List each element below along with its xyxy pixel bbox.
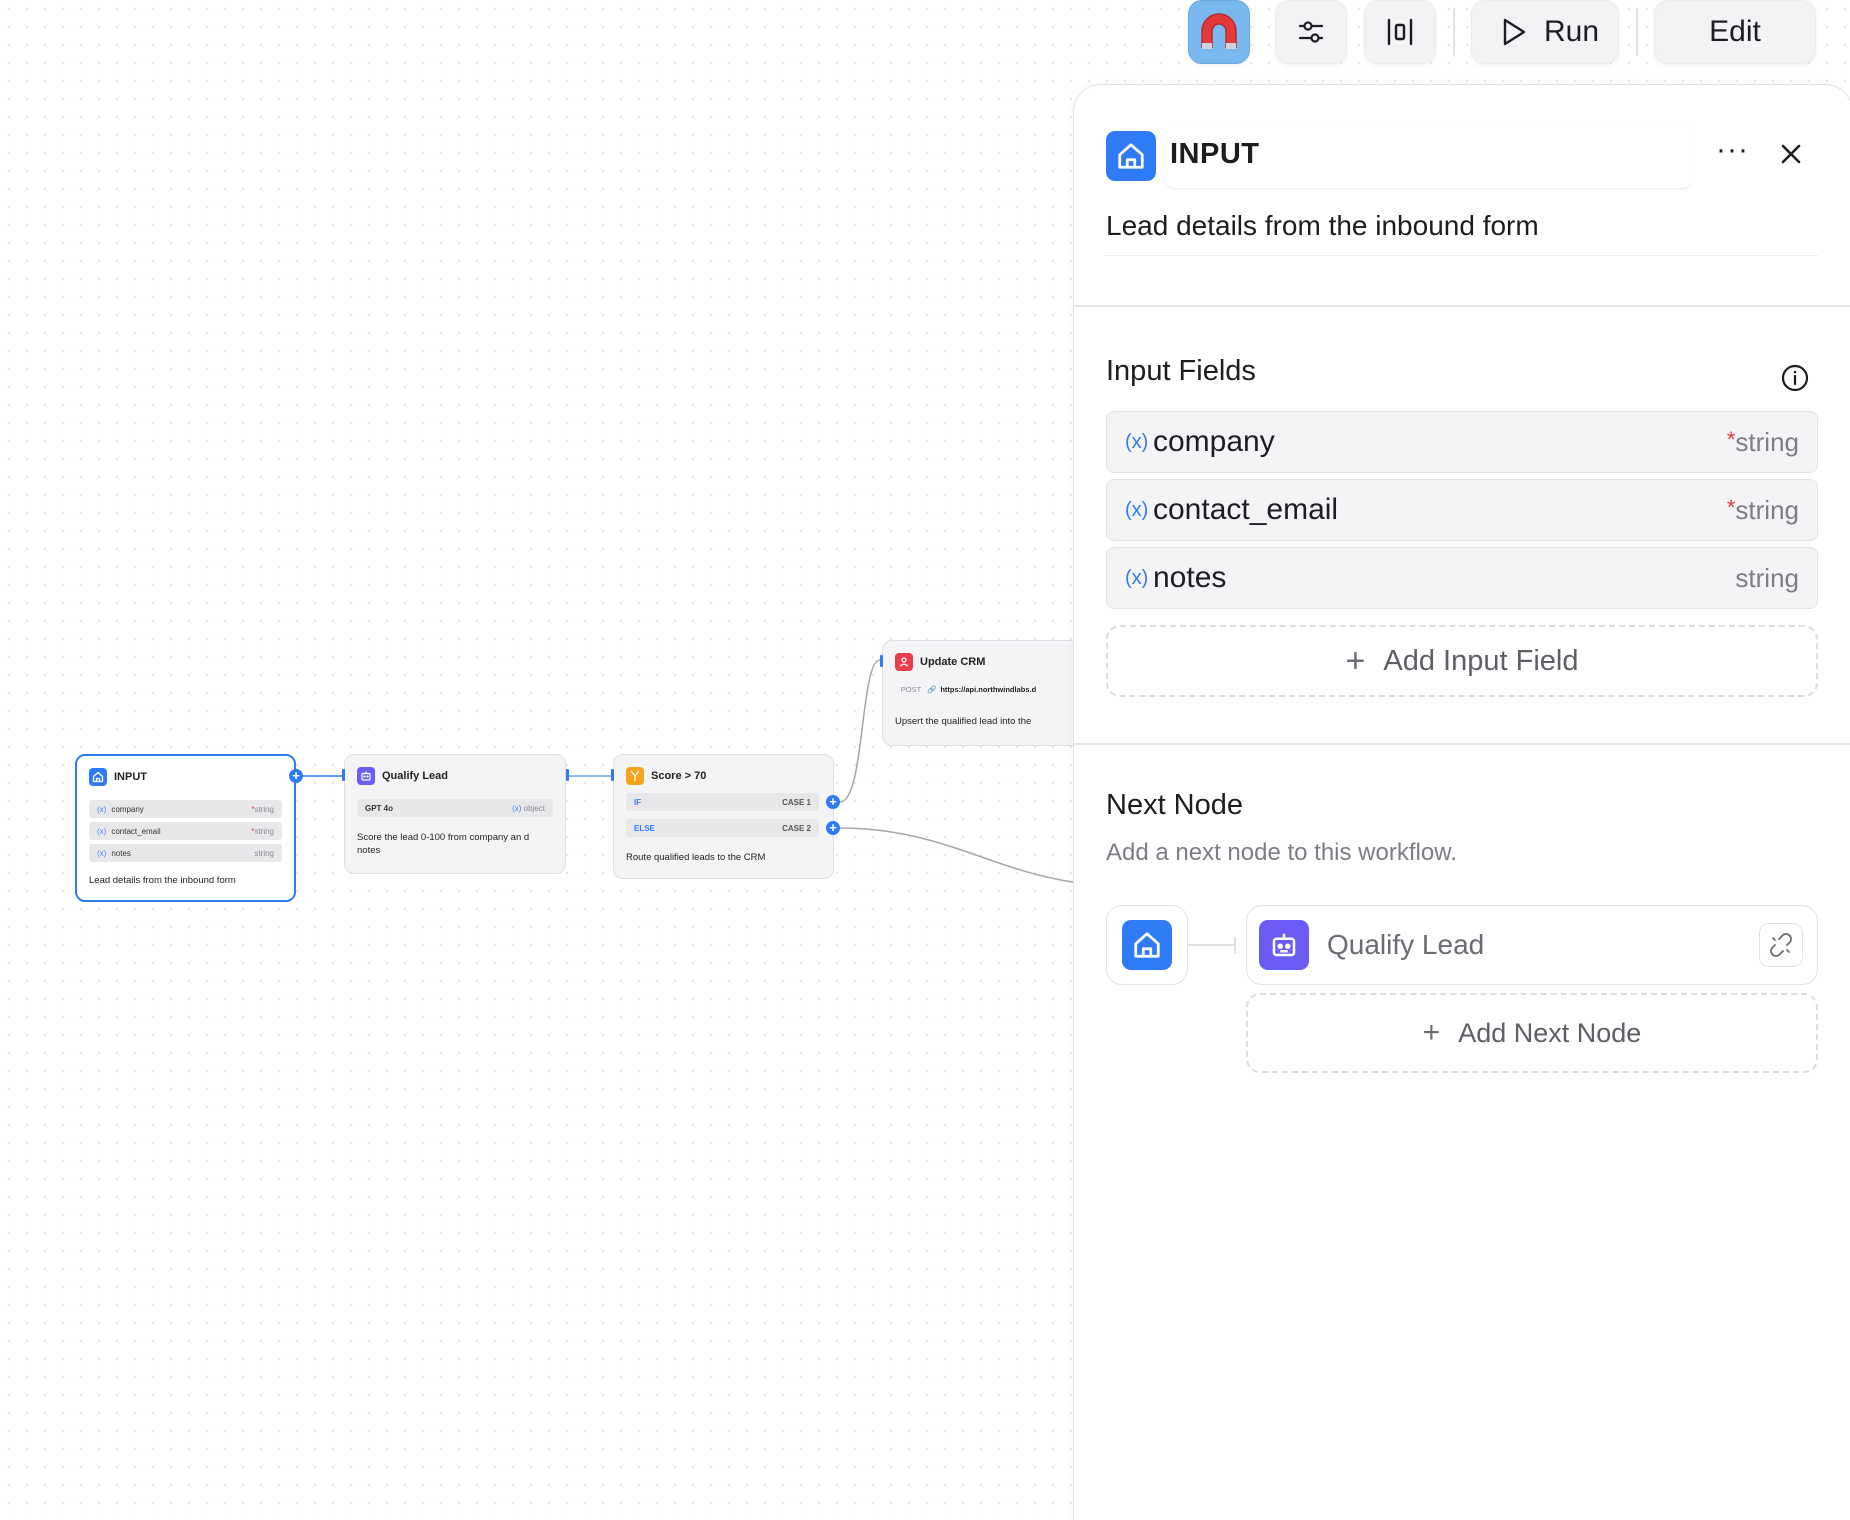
input-port[interactable] <box>342 769 345 781</box>
input-node-field: (x) contact_email *string <box>89 822 282 840</box>
variable-icon: (x) <box>1125 430 1149 453</box>
input-field-row[interactable]: (x) notes string <box>1106 547 1818 609</box>
add-input-field-label: Add Input Field <box>1383 644 1579 677</box>
robot-icon <box>1259 920 1309 970</box>
plus-icon: + <box>1422 1016 1441 1049</box>
qualify-lead-node[interactable]: Qualify Lead GPT 4o (x) object Score the… <box>342 754 569 874</box>
variable-icon: (x) <box>97 848 107 858</box>
link-icon: 🔗 <box>927 685 937 694</box>
field-name: notes <box>1153 561 1227 594</box>
panel-description[interactable]: Lead details from the inbound form <box>1106 210 1539 242</box>
crm-node-header: Update CRM <box>895 653 985 671</box>
output-port[interactable]: + <box>289 769 303 783</box>
field-type: *string <box>1726 494 1799 525</box>
if-branch: IF CASE 1 <box>626 793 819 811</box>
next-node-name: Qualify Lead <box>1327 929 1485 960</box>
next-node-connector-end <box>1234 937 1236 953</box>
description-underline <box>1104 255 1818 256</box>
home-icon <box>89 768 107 786</box>
output-type: (x) object <box>512 803 545 813</box>
input-field-row[interactable]: (x) contact_email *string <box>1106 479 1818 541</box>
input-fields-heading: Input Fields <box>1106 355 1256 387</box>
qualify-node-title: Qualify Lead <box>382 770 449 782</box>
update-crm-node[interactable]: Update CRM POST 🔗 https://api.northwindl… <box>880 640 1082 746</box>
field-type: *string <box>1726 426 1799 457</box>
add-next-node-button[interactable]: + Add Next Node <box>1246 993 1818 1073</box>
qualify-node-header: Qualify Lead <box>357 767 448 785</box>
condition-node[interactable]: Score > 70 IF CASE 1 ELSE CASE 2 Route q… <box>611 754 840 879</box>
case2-port[interactable]: + <box>826 821 840 835</box>
condition-node-header: Score > 70 <box>626 767 706 785</box>
next-node-heading: Next Node <box>1106 789 1244 821</box>
section-divider <box>1074 743 1850 745</box>
input-port[interactable] <box>611 769 614 781</box>
field-type: string <box>254 848 274 858</box>
field-name: company <box>1153 425 1275 458</box>
unlink-icon <box>1770 933 1792 957</box>
input-node[interactable]: INPUT (x) company *string (x) contact_em… <box>75 754 303 902</box>
request-row: POST 🔗 https://api.northwindlabs.d <box>900 685 1037 694</box>
unlink-button[interactable] <box>1759 923 1803 967</box>
field-name: notes <box>111 848 131 858</box>
node-config-panel: INPUT ··· Lead details from the inbound … <box>1073 84 1850 1520</box>
input-node-description: Lead details from the inbound form <box>89 875 236 886</box>
field-type: *string <box>251 804 274 814</box>
plus-icon: + <box>1345 641 1366 680</box>
add-next-node-label: Add Next Node <box>1458 1017 1642 1048</box>
edge-case1-crm <box>839 659 881 803</box>
crm-node-description: Upsert the qualified lead into the <box>895 716 1032 727</box>
model-row: GPT 4o (x) object <box>357 799 553 817</box>
field-type: *string <box>251 826 274 836</box>
field-name: contact_email <box>1153 493 1339 526</box>
panel-title[interactable]: INPUT <box>1170 138 1260 171</box>
field-name: company <box>111 804 144 814</box>
field-type: string <box>1735 562 1799 593</box>
model-name: GPT 4o <box>365 803 394 813</box>
more-options-icon[interactable]: ··· <box>1716 133 1749 167</box>
input-port[interactable] <box>880 655 883 667</box>
home-icon <box>1106 131 1156 181</box>
input-node-header: INPUT <box>89 768 147 786</box>
robot-icon <box>357 767 375 785</box>
variable-icon: (x) <box>97 826 107 836</box>
edge-case2-out <box>839 827 1074 883</box>
http-icon <box>895 653 913 671</box>
info-icon[interactable] <box>1780 363 1810 398</box>
home-icon <box>1122 920 1172 970</box>
variable-icon: (x) <box>1125 566 1149 589</box>
close-icon[interactable] <box>1780 143 1802 170</box>
condition-node-title: Score > 70 <box>651 770 707 782</box>
variable-icon: (x) <box>1125 498 1149 521</box>
qualify-node-description: Score the lead 0-100 from company an d n… <box>357 832 530 856</box>
add-input-field-button[interactable]: + Add Input Field <box>1106 625 1818 697</box>
next-node-hint: Add a next node to this workflow. <box>1106 839 1457 866</box>
else-branch: ELSE CASE 2 <box>626 819 819 837</box>
crm-node-title: Update CRM <box>920 656 986 668</box>
input-node-field: (x) notes string <box>89 844 282 862</box>
input-node-title: INPUT <box>114 771 147 783</box>
input-field-row[interactable]: (x) company *string <box>1106 411 1818 473</box>
field-name: contact_email <box>111 826 161 836</box>
condition-node-description: Route qualified leads to the CRM <box>626 852 766 863</box>
output-port[interactable] <box>566 769 569 781</box>
input-node-field: (x) company *string <box>89 800 282 818</box>
next-node-item[interactable]: Qualify Lead <box>1246 905 1818 985</box>
section-divider <box>1074 305 1850 307</box>
variable-icon: (x) <box>97 804 107 814</box>
current-node-chip <box>1106 905 1188 985</box>
next-node-connector <box>1188 944 1236 946</box>
case1-port[interactable]: + <box>826 795 840 809</box>
branch-icon <box>626 767 644 785</box>
